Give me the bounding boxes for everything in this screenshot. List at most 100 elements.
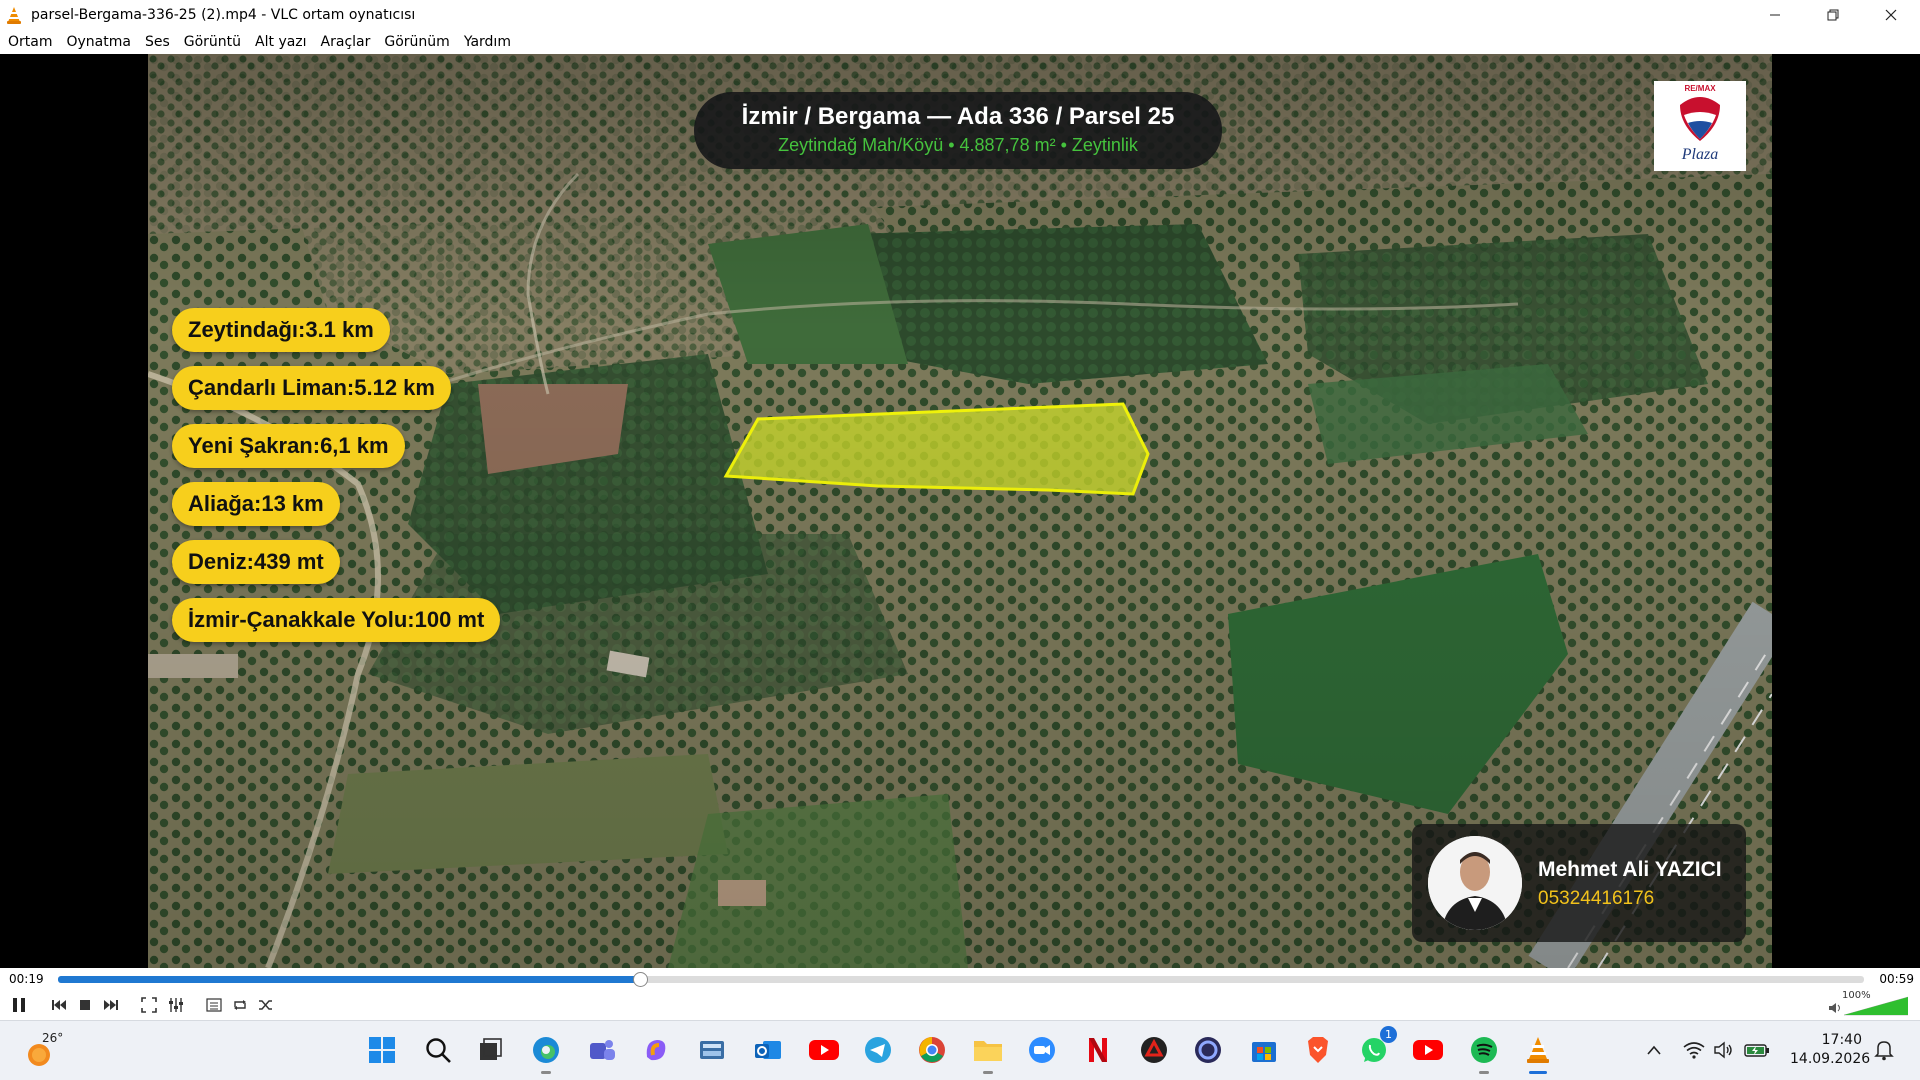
close-icon <box>1885 9 1897 20</box>
distance-label-candarli: Çandarlı Liman:5.12 km <box>172 366 451 410</box>
extended-settings-button[interactable] <box>165 994 187 1016</box>
vpn-icon <box>1195 1037 1221 1063</box>
chevron-up-icon <box>1647 1045 1661 1055</box>
taskbar-whatsapp[interactable]: 1 <box>1356 1026 1397 1068</box>
taskbar-chrome[interactable] <box>914 1032 950 1068</box>
agent-photo-icon <box>1428 836 1522 930</box>
playlist-button[interactable] <box>203 994 225 1016</box>
distance-label-izmir-canakkale: İzmir-Çanakkale Yolu:100 mt <box>172 598 501 642</box>
tray-volume[interactable] <box>1710 1032 1738 1068</box>
menu-ortam[interactable]: Ortam <box>8 34 52 50</box>
teams-icon <box>590 1040 615 1060</box>
tray-overflow-button[interactable] <box>1640 1032 1668 1068</box>
parcel-subtitle: Zeytindağ Mah/Köyü • 4.887,78 m² • Zeyti… <box>778 135 1138 155</box>
minimize-button[interactable] <box>1746 0 1804 29</box>
menu-goruntu[interactable]: Görüntü <box>184 34 241 50</box>
menu-oynatma[interactable]: Oynatma <box>66 34 130 50</box>
parcel-title-box: İzmir / Bergama — Ada 336 / Parsel 25 Ze… <box>694 92 1222 169</box>
taskbar-spotify[interactable] <box>1466 1032 1502 1074</box>
running-indicator <box>983 1071 993 1074</box>
telegram-icon <box>865 1037 891 1063</box>
task-view-icon <box>480 1038 502 1060</box>
stop-button[interactable] <box>74 994 96 1016</box>
menu-gorunum[interactable]: Görünüm <box>384 34 449 50</box>
taskbar-store[interactable] <box>1246 1032 1282 1068</box>
menu-alt-yazi[interactable]: Alt yazı <box>255 34 307 50</box>
distance-label-deniz: Deniz:439 mt <box>172 540 340 584</box>
notifications-button[interactable] <box>1868 1032 1900 1068</box>
logo-script: Plaza <box>1681 146 1719 163</box>
next-button[interactable] <box>100 994 122 1016</box>
taskbar-netflix[interactable] <box>1080 1032 1116 1068</box>
loop-button[interactable] <box>229 994 251 1016</box>
volume-slider[interactable]: 100% <box>1820 990 1910 1016</box>
clock-time: 17:40 <box>1821 1032 1862 1048</box>
menu-ses[interactable]: Ses <box>145 34 170 50</box>
seek-bar[interactable] <box>58 972 1864 987</box>
task-view-button[interactable] <box>472 1032 508 1068</box>
copilot-icon <box>646 1040 666 1061</box>
playlist-icon <box>206 998 222 1012</box>
seek-handle[interactable] <box>632 972 648 987</box>
pause-button[interactable] <box>8 994 30 1016</box>
game-app-icon <box>1141 1037 1167 1063</box>
clock-date: 14.09.2026 <box>1790 1051 1871 1067</box>
taskbar-telegram[interactable] <box>860 1032 896 1068</box>
battery-charging-icon <box>1744 1044 1769 1057</box>
taskbar-copilot[interactable] <box>638 1032 674 1068</box>
menu-bar: Ortam Oynatma Ses Görüntü Alt yazı Araçl… <box>0 29 1920 54</box>
taskbar-youtube[interactable] <box>806 1032 842 1068</box>
extended-settings-icon <box>169 998 183 1012</box>
player-controls: 00:19 00:59 100% <box>0 968 1920 1020</box>
agent-avatar <box>1428 836 1522 930</box>
weather-widget[interactable]: 26° <box>26 1031 66 1071</box>
speaker-icon <box>1829 1003 1840 1013</box>
taskbar-teams[interactable] <box>584 1032 620 1068</box>
taskbar-game[interactable] <box>1136 1032 1172 1068</box>
outlook-icon <box>755 1041 781 1059</box>
active-indicator <box>1529 1071 1547 1074</box>
fullscreen-button[interactable] <box>138 994 160 1016</box>
previous-button[interactable] <box>48 994 70 1016</box>
volume-level <box>1844 996 1908 1016</box>
prev-icon <box>52 1000 66 1010</box>
taskbar-vlc[interactable] <box>1520 1032 1556 1074</box>
restore-button[interactable] <box>1804 0 1862 29</box>
taskbar-zoom[interactable] <box>1024 1032 1060 1068</box>
keyboard-tool-icon <box>700 1041 724 1059</box>
edge-icon <box>533 1037 559 1063</box>
start-button[interactable] <box>364 1032 400 1068</box>
agent-name: Mehmet Ali YAZICI <box>1538 858 1722 881</box>
taskbar-file-explorer[interactable] <box>970 1032 1006 1074</box>
video-frame: İzmir / Bergama — Ada 336 / Parsel 25 Ze… <box>148 54 1772 968</box>
windows-taskbar: 26° 1 17:40 14.09.2026 <box>0 1020 1920 1080</box>
youtube-icon <box>1413 1040 1443 1060</box>
taskbar-vpn[interactable] <box>1190 1032 1226 1068</box>
tray-network[interactable] <box>1680 1032 1708 1068</box>
taskbar-youtube-2[interactable] <box>1410 1032 1446 1068</box>
system-clock[interactable]: 17:40 14.09.2026 <box>1790 1031 1871 1069</box>
distance-label-zeytindagi: Zeytindağı:3.1 km <box>172 308 390 352</box>
whatsapp-badge: 1 <box>1380 1026 1397 1043</box>
taskbar-edge[interactable] <box>528 1032 564 1074</box>
speaker-icon <box>1714 1041 1732 1059</box>
menu-araclar[interactable]: Araçlar <box>321 34 371 50</box>
wifi-icon <box>1683 1042 1705 1059</box>
parcel-title: İzmir / Bergama — Ada 336 / Parsel 25 <box>741 103 1175 130</box>
taskbar-brave[interactable] <box>1300 1032 1336 1068</box>
close-button[interactable] <box>1862 0 1920 29</box>
tray-battery[interactable] <box>1742 1032 1772 1068</box>
taskbar-tool[interactable] <box>694 1032 730 1068</box>
shuffle-button[interactable] <box>255 994 277 1016</box>
loop-icon <box>234 1000 246 1010</box>
menu-yardim[interactable]: Yardım <box>464 34 511 50</box>
zoom-icon <box>1029 1037 1055 1063</box>
search-button[interactable] <box>420 1032 456 1068</box>
video-area[interactable]: İzmir / Bergama — Ada 336 / Parsel 25 Ze… <box>0 54 1920 968</box>
vlc-cone-icon <box>1527 1037 1549 1063</box>
youtube-icon <box>809 1040 839 1060</box>
store-icon <box>1252 1042 1276 1062</box>
taskbar-outlook[interactable] <box>750 1032 786 1068</box>
chrome-icon <box>919 1037 945 1063</box>
netflix-icon <box>1089 1038 1107 1062</box>
